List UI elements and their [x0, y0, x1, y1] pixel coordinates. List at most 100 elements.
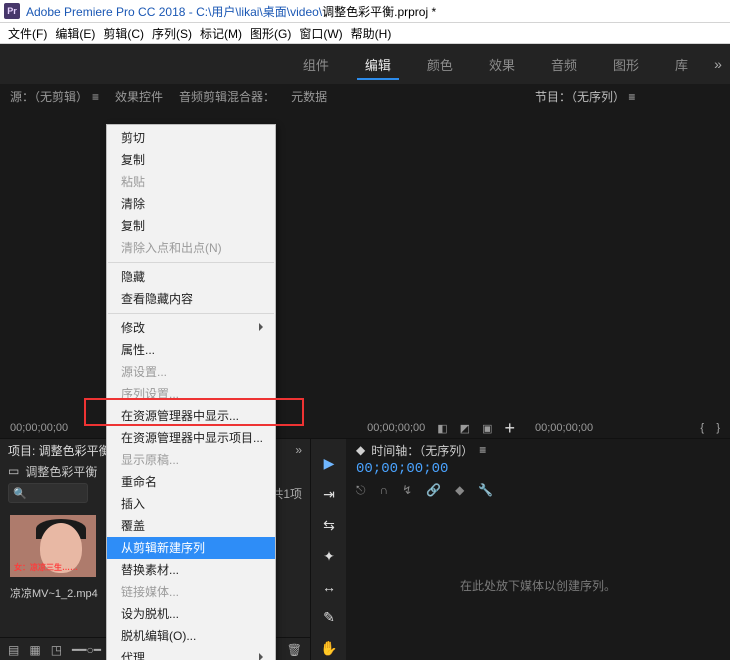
program-footer: 00;00;00;00 { } [525, 418, 730, 438]
program-monitor [525, 108, 730, 418]
ws-tab-editing[interactable]: 编辑 [347, 55, 409, 74]
menu-graphics[interactable]: 图形(G) [248, 25, 293, 42]
panel-overflow-icon[interactable]: » [295, 443, 302, 457]
slip-tool-icon[interactable]: ↔ [322, 579, 336, 595]
ws-tab-audio[interactable]: 音频 [533, 55, 595, 74]
title-app: Adobe Premiere Pro CC 2018 [26, 5, 185, 19]
marker-icon[interactable]: ◆ [356, 443, 365, 457]
menu-window[interactable]: 窗口(W) [297, 25, 344, 42]
menu-item: 链接媒体... [107, 581, 275, 603]
pen-tool-icon[interactable]: ✎ [323, 609, 335, 626]
snap-icon[interactable]: ∩ [380, 483, 389, 503]
menu-item[interactable]: 复制 [107, 215, 275, 237]
menu-item[interactable]: 脱机编辑(O)... [107, 625, 275, 647]
hand-tool-icon[interactable]: ✋ [320, 640, 337, 657]
menu-item[interactable]: 属性... [107, 339, 275, 361]
effect-controls-tab[interactable]: 效果控件 [115, 88, 163, 105]
link-icon[interactable]: 🔗 [426, 483, 441, 503]
menu-item[interactable]: 覆盖 [107, 515, 275, 537]
menu-item[interactable]: 插入 [107, 493, 275, 515]
menu-item[interactable]: 重命名 [107, 471, 275, 493]
menu-item[interactable]: 代理 [107, 647, 275, 660]
window-title: Adobe Premiere Pro CC 2018 - C:\用户\likai… [26, 3, 436, 20]
title-path-prefix: C:\用户\likai\桌面\video\ [196, 5, 322, 19]
zoom-slider[interactable]: ━━○━ [72, 643, 101, 657]
brace-left-icon[interactable]: { [700, 422, 707, 434]
menu-marker[interactable]: 标记(M) [198, 25, 244, 42]
razor-tool-icon[interactable]: ✦ [323, 548, 335, 565]
timeline-drop-hint: 在此处放下媒体以创建序列。 [346, 509, 730, 660]
menu-item[interactable]: 剪切 [107, 127, 275, 149]
menu-clip[interactable]: 剪辑(C) [101, 25, 146, 42]
trash-icon[interactable]: 🗑 [287, 643, 302, 657]
app-workspace: 组件 编辑 颜色 效果 音频 图形 库 » 源：（无剪辑） ≡ 效果控件 音频剪辑… [0, 44, 730, 660]
thumbnail-image: 女：凉凉三生…… [10, 515, 96, 577]
menubar[interactable]: 文件(F) 编辑(E) 剪辑(C) 序列(S) 标记(M) 图形(G) 窗口(W… [0, 23, 730, 44]
marker-add-icon[interactable]: ◆ [455, 483, 464, 503]
thumb-red-caption: 女：凉凉三生…… [14, 562, 78, 573]
search-input[interactable]: 🔍 [8, 483, 88, 503]
timeline-panel: ◆ 时间轴：（无序列） ≡ 00;00;00;00 ⎋ ∩ ↯ 🔗 ◆ 🔧 在此… [346, 438, 730, 660]
program-tab[interactable]: 节目：（无序列） ≡ [535, 88, 635, 105]
menu-item[interactable]: 修改 [107, 317, 275, 339]
tl-icon-1[interactable]: ⎋ [356, 483, 366, 503]
ripple-edit-tool-icon[interactable]: ⇆ [323, 517, 335, 534]
timeline-toolbar: ⎋ ∩ ↯ 🔗 ◆ 🔧 [346, 483, 730, 503]
list-view-icon[interactable]: ▤ [8, 643, 19, 657]
menu-item[interactable]: 从剪辑新建序列 [107, 537, 275, 559]
source-tc-left: 00;00;00;00 [10, 422, 68, 434]
project-name: 调整色彩平衡 [25, 463, 97, 480]
ws-tab-color[interactable]: 颜色 [409, 55, 471, 74]
folder-icon: ▭ [8, 464, 19, 478]
project-tab[interactable]: 项目: 调整色彩平衡 ≡ [8, 442, 121, 459]
ws-tab-assembly[interactable]: 组件 [285, 55, 347, 74]
menu-item[interactable]: 在资源管理器中显示... [107, 405, 275, 427]
menu-item[interactable]: 查看隐藏内容 [107, 288, 275, 310]
menu-item: 序列设置... [107, 383, 275, 405]
program-tc-left: 00;00;00;00 [535, 422, 593, 434]
menu-item[interactable]: 复制 [107, 149, 275, 171]
menu-item[interactable]: 替换素材... [107, 559, 275, 581]
menu-help[interactable]: 帮助(H) [349, 25, 394, 42]
camera-icon[interactable]: ▣ [482, 422, 492, 435]
marker-icon[interactable]: ◧ [437, 422, 447, 435]
menu-item[interactable]: 清除 [107, 193, 275, 215]
clip-thumbnail[interactable]: 女：凉凉三生…… 凉凉MV~1_2.mp4 [10, 515, 100, 601]
panel-menu-icon[interactable]: ≡ [625, 90, 635, 104]
icon-view-icon[interactable]: ▦ [29, 643, 40, 657]
selection-tool-icon[interactable]: ▶ [324, 455, 335, 472]
export-frame-icon[interactable]: ◩ [460, 422, 470, 435]
menu-file[interactable]: 文件(F) [6, 25, 49, 42]
freeform-view-icon[interactable]: ◳ [51, 643, 62, 657]
source-tab[interactable]: 源：（无剪辑） ≡ [10, 88, 99, 105]
wrench-icon[interactable]: 🔧 [478, 483, 493, 503]
menu-item: 显示原稿... [107, 449, 275, 471]
track-select-tool-icon[interactable]: ⇥ [323, 486, 335, 503]
menu-sequence[interactable]: 序列(S) [150, 25, 194, 42]
source-tab-label: 源：（无剪辑） [10, 90, 88, 104]
app-icon: Pr [4, 3, 20, 19]
clip-label: 凉凉MV~1_2.mp4 [10, 585, 100, 601]
timeline-timecode[interactable]: 00;00;00;00 [346, 461, 730, 483]
menu-item[interactable]: 在资源管理器中显示项目... [107, 427, 275, 449]
brace-right-icon[interactable]: } [713, 422, 720, 434]
ws-tab-effects[interactable]: 效果 [471, 55, 533, 74]
panel-menu-icon[interactable]: ≡ [92, 90, 99, 104]
tl-icon-3[interactable]: ↯ [402, 483, 412, 503]
add-button-icon[interactable]: + [504, 418, 515, 439]
menu-item[interactable]: 设为脱机... [107, 603, 275, 625]
audio-clip-mixer-tab[interactable]: 音频剪辑混合器： [179, 88, 275, 105]
timeline-tab-label[interactable]: 时间轴：（无序列） [371, 442, 473, 459]
source-tabstrip: 源：（无剪辑） ≡ 效果控件 音频剪辑混合器： 元数据 [0, 84, 525, 108]
menu-item[interactable]: 隐藏 [107, 266, 275, 288]
search-icon: 🔍 [13, 487, 27, 500]
menu-edit[interactable]: 编辑(E) [53, 25, 97, 42]
metadata-tab[interactable]: 元数据 [291, 88, 327, 105]
context-menu[interactable]: 剪切复制粘贴清除复制清除入点和出点(N)隐藏查看隐藏内容修改属性...源设置..… [106, 124, 276, 660]
ws-tab-graphics[interactable]: 图形 [595, 55, 657, 74]
menu-separator [108, 313, 274, 314]
ws-more-icon[interactable]: » [706, 56, 730, 72]
timeline-tabstrip: ◆ 时间轴：（无序列） ≡ [346, 439, 730, 461]
panel-menu-icon[interactable]: ≡ [479, 443, 486, 457]
ws-tab-libraries[interactable]: 库 [657, 55, 706, 74]
